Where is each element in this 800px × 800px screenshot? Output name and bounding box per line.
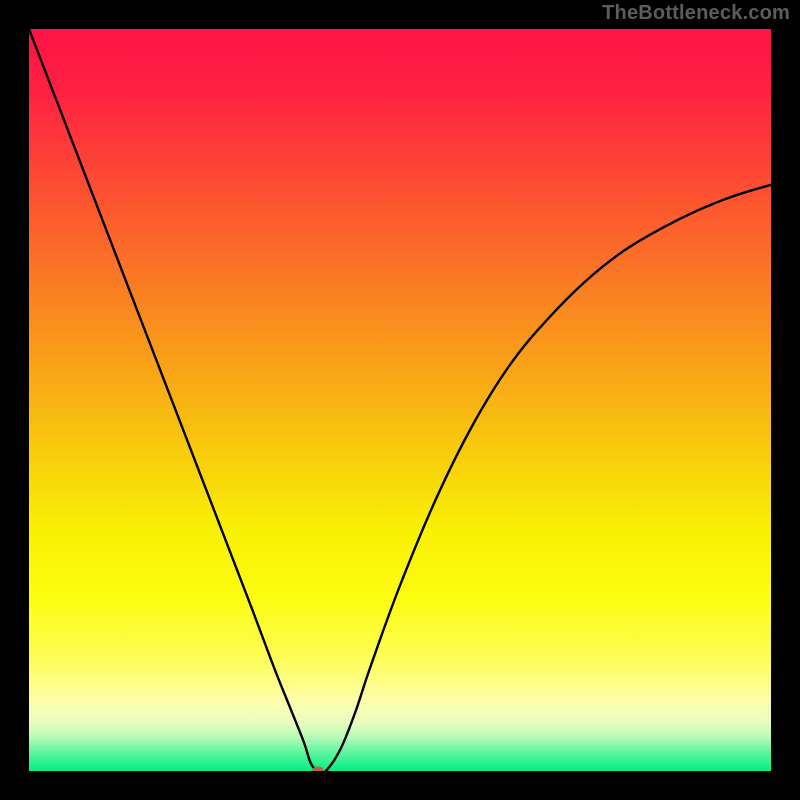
chart-frame: TheBottleneck.com bbox=[0, 0, 800, 800]
optimal-point-marker bbox=[313, 767, 324, 772]
plot-area bbox=[29, 29, 771, 771]
attribution-text: TheBottleneck.com bbox=[602, 2, 790, 25]
background-gradient bbox=[29, 29, 771, 771]
